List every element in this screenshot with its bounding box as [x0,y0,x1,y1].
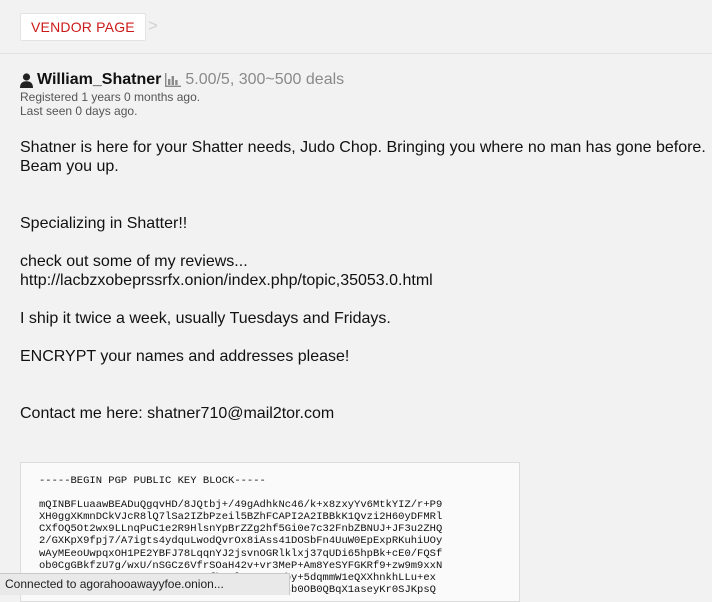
vendor-rating: 5.00/5, 300~500 deals [185,71,345,88]
vendor-page-button[interactable]: VENDOR PAGE [20,13,146,41]
registered-text: Registered 1 years 0 months ago. [20,90,201,104]
top-bar: VENDOR PAGE > [0,0,712,54]
reviews-intro: check out some of my reviews... [20,253,248,270]
breadcrumb-chevron-icon: > [148,16,158,35]
encrypt-text: ENCRYPT your names and addresses please! [20,348,350,365]
pgp-line: CXfOQ5Ot2wx9LLnqPuC1e2R9HlsnYpBrZZg2hf5G… [39,523,443,536]
pgp-line: wAyMEeoUwpqxOH1PE2YBFJ78LqqnYJ2jsvnOGRlk… [39,547,443,560]
divider [0,53,712,54]
contact-text: Contact me here: shatner710@mail2tor.com [20,405,335,422]
specializing-text: Specializing in Shatter!! [20,215,188,232]
user-icon [20,72,33,88]
pgp-line: mQINBFLuaawBEADuQgqvHD/8JQtbj+/49gAdhkNc… [39,499,443,512]
reviews-link[interactable]: http://lacbzxobeprssrfx.onion/index.php/… [20,271,433,290]
pgp-line: 2/GXKpX9fpj7/A7igts4ydquLwodQvrOx8iAss41… [39,535,443,548]
last-seen-text: Last seen 0 days ago. [20,104,138,118]
description-line: Shatner is here for your Shatter needs, … [20,139,706,156]
pgp-line: ob0CgGBkfzU7g/wxU/nSGCz6VfrSOaH42v+vr3Me… [39,559,443,572]
pgp-header: -----BEGIN PGP PUBLIC KEY BLOCK----- [39,475,266,487]
bar-chart-icon [165,73,182,87]
pgp-line: XH0ggXKmnDCkVJcR8lQ7lSa2IZbPzeil5BZhFCAP… [39,511,443,524]
vendor-profile: William_Shatner 5.00/5, 300~500 deals Re… [20,70,344,118]
description-line: Beam you up. [20,158,119,175]
browser-status-bar: Connected to agorahooawayyfoe.onion... [0,573,290,595]
shipping-text: I ship it twice a week, usually Tuesdays… [20,310,391,327]
vendor-name[interactable]: William_Shatner [37,71,161,89]
vendor-name-row: William_Shatner 5.00/5, 300~500 deals [20,70,344,90]
